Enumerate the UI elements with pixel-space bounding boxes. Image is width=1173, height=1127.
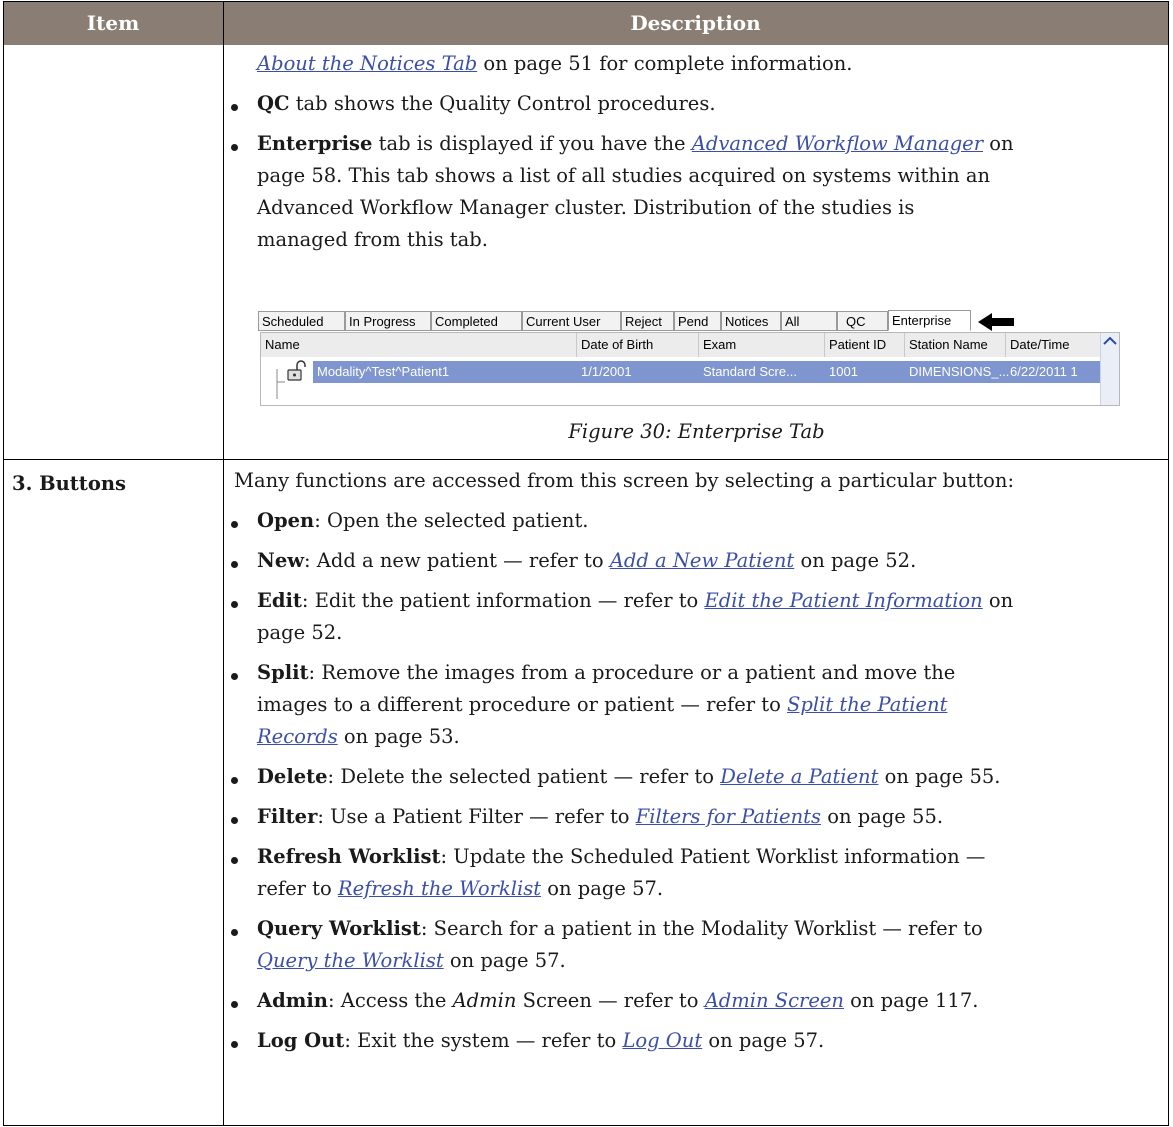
- bullet: [231, 1041, 238, 1048]
- row-divider: [4, 459, 1168, 460]
- tab-reject[interactable]: Reject: [621, 311, 674, 331]
- tab-completed[interactable]: Completed: [431, 311, 522, 331]
- link-edit-patient-information[interactable]: Edit the Patient Information: [705, 589, 983, 612]
- worklist-tabs: Scheduled In Progress Completed Current …: [258, 310, 978, 332]
- enterprise-line-1: Enterprise tab is displayed if you have …: [257, 132, 1014, 155]
- column-date-time[interactable]: Date/Time: [1006, 333, 1102, 357]
- bullet: [231, 521, 238, 528]
- link-add-new-patient[interactable]: Add a New Patient: [610, 549, 794, 572]
- new-line: New: Add a new patient — refer to Add a …: [257, 549, 917, 572]
- bullet: [231, 1001, 238, 1008]
- open-line: Open: Open the selected patient.: [257, 509, 589, 532]
- cell-exam: Standard Scre...: [703, 364, 797, 379]
- enterprise-line-2: page 58. This tab shows a list of all st…: [257, 164, 991, 187]
- tab-pend[interactable]: Pend: [674, 311, 721, 331]
- split-line-2: images to a different procedure or patie…: [257, 693, 948, 716]
- enterprise-tab-screenshot: Scheduled In Progress Completed Current …: [258, 310, 1123, 406]
- cell-name: Modality^Test^Patient1: [317, 364, 450, 379]
- notices-line: About the Notices Tab on page 51 for com…: [257, 52, 853, 75]
- enterprise-line-4: managed from this tab.: [257, 228, 488, 251]
- link-about-notices-tab[interactable]: About the Notices Tab: [257, 52, 477, 75]
- cell-patient-id: 1001: [829, 364, 858, 379]
- bullet: [231, 777, 238, 784]
- tab-enterprise[interactable]: Enterprise: [888, 310, 971, 331]
- callout-arrow-icon: [978, 313, 1014, 331]
- cell-dob: 1/1/2001: [581, 364, 632, 379]
- tab-scheduled[interactable]: Scheduled: [258, 311, 345, 331]
- column-patient-id[interactable]: Patient ID: [825, 333, 905, 357]
- refresh-line-2: refer to Refresh the Worklist on page 57…: [257, 877, 664, 900]
- header-item: Item: [86, 11, 140, 35]
- logout-line: Log Out: Exit the system — refer to Log …: [257, 1029, 825, 1052]
- link-query-worklist[interactable]: Query the Worklist: [257, 949, 444, 972]
- column-exam[interactable]: Exam: [699, 333, 825, 357]
- cell-station: DIMENSIONS_...: [909, 364, 1010, 379]
- column-divider: [223, 2, 224, 1125]
- link-split-patient-records-cont[interactable]: Records: [257, 725, 338, 748]
- query-line-2: Query the Worklist on page 57.: [257, 949, 566, 972]
- delete-line: Delete: Delete the selected patient — re…: [257, 765, 1001, 788]
- enterprise-line-3: Advanced Workflow Manager cluster. Distr…: [257, 196, 915, 219]
- unlocked-icon: [287, 360, 306, 381]
- cell-date-time: 6/22/2011 1: [1010, 364, 1078, 379]
- header-description: Description: [630, 11, 761, 35]
- query-line-1: Query Worklist: Search for a patient in …: [257, 917, 983, 940]
- link-admin-screen[interactable]: Admin Screen: [705, 989, 844, 1012]
- table-header: Item Description: [4, 2, 1168, 45]
- vertical-scrollbar[interactable]: [1100, 333, 1119, 405]
- column-name[interactable]: Name: [261, 333, 577, 357]
- admin-line: Admin: Access the Admin Screen — refer t…: [257, 989, 979, 1012]
- tab-qc[interactable]: QC: [837, 311, 888, 331]
- qc-line: QC tab shows the Quality Control procedu…: [257, 92, 716, 115]
- bullet: [231, 929, 238, 936]
- link-filters-for-patients[interactable]: Filters for Patients: [636, 805, 821, 828]
- tab-notices[interactable]: Notices: [721, 311, 781, 331]
- split-line-3: Records on page 53.: [257, 725, 460, 748]
- figure-caption: Figure 30: Enterprise Tab: [568, 420, 825, 443]
- column-station-name[interactable]: Station Name: [905, 333, 1006, 357]
- tab-all[interactable]: All: [781, 311, 837, 331]
- document-table: Item Description About the Notices Tab o…: [3, 1, 1169, 1126]
- bullet: [231, 601, 238, 608]
- link-split-patient-records[interactable]: Split the Patient: [787, 693, 947, 716]
- scroll-up-icon[interactable]: [1101, 333, 1119, 349]
- column-date-of-birth[interactable]: Date of Birth: [577, 333, 699, 357]
- buttons-intro: Many functions are accessed from this sc…: [234, 469, 1015, 492]
- row-label-buttons: 3. Buttons: [12, 472, 126, 495]
- link-advanced-workflow-manager[interactable]: Advanced Workflow Manager: [692, 132, 983, 155]
- link-delete-patient[interactable]: Delete a Patient: [720, 765, 878, 788]
- filter-line: Filter: Use a Patient Filter — refer to …: [257, 805, 944, 828]
- refresh-line-1: Refresh Worklist: Update the Scheduled P…: [257, 845, 986, 868]
- worklist-grid: Name Date of Birth Exam Patient ID Stati…: [260, 332, 1120, 406]
- bullet: [231, 561, 238, 568]
- tree-line-icon: [276, 369, 285, 399]
- bullet: [231, 144, 238, 151]
- bullet: [231, 817, 238, 824]
- link-log-out[interactable]: Log Out: [622, 1029, 702, 1052]
- bullet: [231, 857, 238, 864]
- bullet: [231, 673, 238, 680]
- split-line-1: Split: Remove the images from a procedur…: [257, 661, 956, 684]
- edit-line-2: page 52.: [257, 621, 343, 644]
- edit-line-1: Edit: Edit the patient information — ref…: [257, 589, 1014, 612]
- bullet: [231, 104, 238, 111]
- link-refresh-worklist[interactable]: Refresh the Worklist: [338, 877, 541, 900]
- tab-in-progress[interactable]: In Progress: [345, 311, 431, 331]
- tab-current-user[interactable]: Current User: [522, 311, 621, 331]
